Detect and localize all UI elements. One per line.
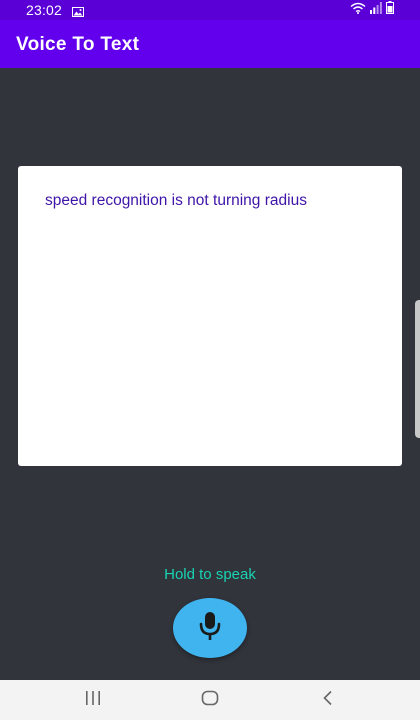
home-button[interactable] [190, 688, 230, 712]
microphone-icon [197, 611, 223, 646]
transcript-text: speed recognition is not turning radius [45, 192, 307, 209]
back-button[interactable] [308, 688, 348, 712]
app-title: Voice To Text [16, 34, 140, 55]
mic-button[interactable] [173, 598, 247, 658]
status-time: 23:02 [26, 2, 63, 18]
back-icon [321, 690, 335, 711]
edge-panel-handle[interactable] [415, 300, 420, 438]
home-icon [201, 690, 219, 711]
system-nav-bar [0, 680, 420, 720]
hold-to-speak-label: Hold to speak [164, 566, 256, 583]
gallery-icon [72, 4, 84, 17]
transcript-card: speed recognition is not turning radius [18, 166, 402, 466]
app-bar: Voice To Text [0, 20, 420, 68]
wifi-icon [350, 1, 366, 19]
status-bar: 23:02 [0, 0, 420, 20]
battery-icon [386, 1, 394, 19]
signal-icon [370, 1, 382, 19]
recent-apps-button[interactable] [73, 688, 113, 712]
recent-apps-icon [84, 690, 102, 711]
status-icons [350, 1, 394, 19]
